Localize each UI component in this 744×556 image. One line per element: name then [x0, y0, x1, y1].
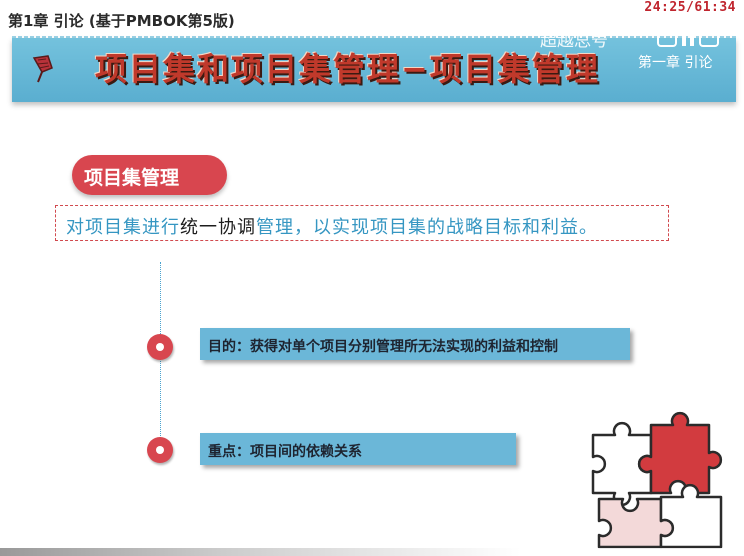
point-text-focus: 重点：项目间的依赖关系: [208, 444, 362, 460]
pushpin-icon: [32, 55, 53, 83]
section-pill-label: 项目集管理: [84, 167, 180, 189]
video-timer: 24:25/61:34: [644, 0, 736, 15]
definition-part-1: 对项目集进行: [66, 217, 180, 238]
bullet-icon: [147, 334, 173, 360]
definition-part-2: 管理，以实现项目集的战略目标和利益。: [256, 217, 598, 238]
point-text-purpose: 目的：获得对单个项目分别管理所无法实现的利益和控制: [208, 339, 558, 355]
watermark-text: 超越总号: [540, 31, 608, 51]
slide-title: 项目集和项目集管理−项目集管理: [95, 50, 600, 88]
bilibili-icon: [657, 28, 719, 47]
chapter-caption: 第1章 引论 (基于PMBOK第5版): [8, 12, 235, 30]
puzzle-icon: [591, 411, 723, 549]
bottom-edge: [0, 548, 744, 556]
chapter-label: 第一章 引论: [638, 55, 713, 71]
definition-highlight: 统一协调: [180, 217, 256, 238]
bullet-icon: [147, 437, 173, 463]
definition-text: 对项目集进行统一协调管理，以实现项目集的战略目标和利益。: [66, 213, 598, 239]
